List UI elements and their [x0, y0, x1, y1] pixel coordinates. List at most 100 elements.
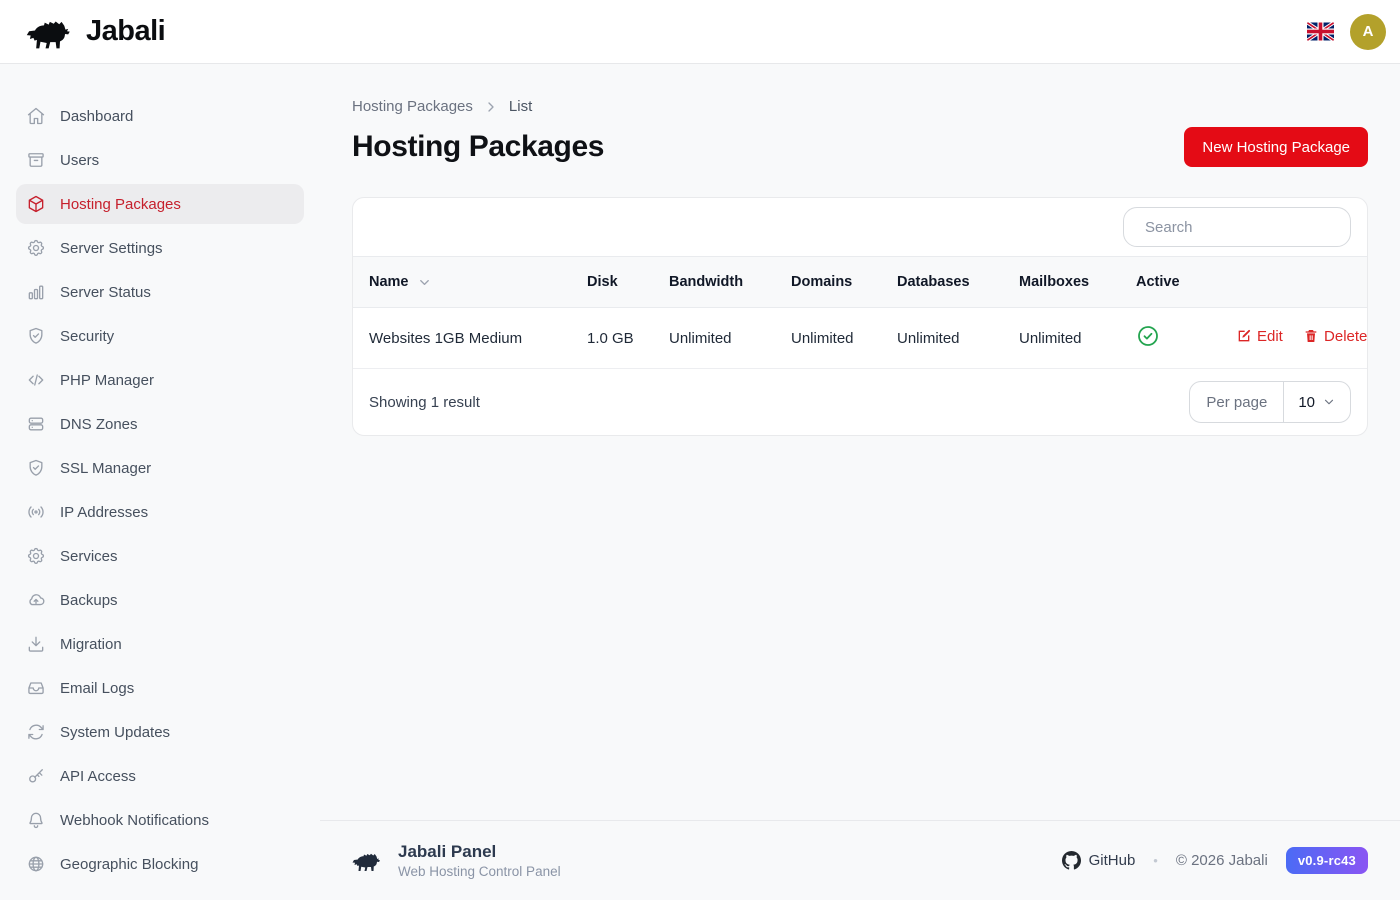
cell-active [1120, 308, 1220, 369]
column-header-bandwidth: Bandwidth [653, 257, 775, 308]
card-toolbar [353, 198, 1367, 256]
sidebar-item-api-access[interactable]: API Access [16, 756, 304, 796]
breadcrumb: Hosting Packages List [352, 98, 1368, 115]
top-navbar: Jabali A [0, 0, 1400, 64]
broadcast-icon [26, 502, 46, 522]
cell-mailboxes: Unlimited [1003, 308, 1120, 369]
cloud-upload-icon [26, 590, 46, 610]
sidebar-item-email-logs[interactable]: Email Logs [16, 668, 304, 708]
sidebar-item-users[interactable]: Users [16, 140, 304, 180]
table-row: Websites 1GB Medium 1.0 GB Unlimited Unl… [353, 308, 1367, 369]
page-footer: Jabali Panel Web Hosting Control Panel G… [320, 820, 1400, 900]
gear-icon [26, 546, 46, 566]
dot-separator: • [1153, 853, 1158, 868]
code-icon [26, 370, 46, 390]
chevron-right-icon [483, 99, 499, 115]
brand-name: Jabali [86, 15, 165, 48]
download-icon [26, 634, 46, 654]
version-badge: v0.9-rc43 [1286, 847, 1368, 874]
sort-chevron-down-icon [417, 275, 432, 290]
trash-icon [1303, 328, 1319, 344]
sidebar-item-ip-addresses[interactable]: IP Addresses [16, 492, 304, 532]
cube-icon [26, 194, 46, 214]
cell-bandwidth: Unlimited [653, 308, 775, 369]
shield-check-icon [26, 458, 46, 478]
home-icon [26, 106, 46, 126]
edit-button[interactable]: Edit [1236, 328, 1283, 345]
sidebar-item-system-updates[interactable]: System Updates [16, 712, 304, 752]
gear-icon [26, 238, 46, 258]
delete-button[interactable]: Delete [1303, 328, 1367, 345]
globe-icon [26, 854, 46, 874]
breadcrumb-hosting-packages[interactable]: Hosting Packages [352, 98, 473, 115]
sidebar-item-label: PHP Manager [60, 372, 154, 389]
refresh-icon [26, 722, 46, 742]
sidebar-item-backups[interactable]: Backups [16, 580, 304, 620]
column-header-databases: Databases [881, 257, 1003, 308]
sidebar-item-label: System Updates [60, 724, 170, 741]
card-footer: Showing 1 result Per page 10 [353, 369, 1367, 435]
hosting-packages-card: Name Disk Bandwidth Domains Databases Ma… [352, 197, 1368, 436]
column-header-domains: Domains [775, 257, 881, 308]
cell-domains: Unlimited [775, 308, 881, 369]
copyright-text: © 2026 Jabali [1176, 852, 1268, 869]
sidebar-item-hosting-packages[interactable]: Hosting Packages [16, 184, 304, 224]
sidebar-item-label: Hosting Packages [60, 196, 181, 213]
per-page-label: Per page [1190, 382, 1284, 422]
sidebar-item-geographic-blocking[interactable]: Geographic Blocking [16, 844, 304, 884]
user-avatar[interactable]: A [1350, 14, 1386, 50]
sidebar-item-migration[interactable]: Migration [16, 624, 304, 664]
boar-logo-icon [352, 849, 384, 872]
cell-disk: 1.0 GB [571, 308, 653, 369]
sidebar-item-label: API Access [60, 768, 136, 785]
column-header-mailboxes: Mailboxes [1003, 257, 1120, 308]
server-stack-icon [26, 414, 46, 434]
sidebar-item-dashboard[interactable]: Dashboard [16, 96, 304, 136]
sidebar-item-webhook-notifications[interactable]: Webhook Notifications [16, 800, 304, 840]
sidebar-item-label: Server Settings [60, 240, 163, 257]
sidebar-item-label: Webhook Notifications [60, 812, 209, 829]
github-icon [1062, 851, 1081, 870]
navbar-right: A [1307, 14, 1386, 50]
footer-brand-text: Jabali Panel Web Hosting Control Panel [398, 842, 561, 879]
table-header-row: Name Disk Bandwidth Domains Databases Ma… [353, 257, 1367, 308]
cell-actions: Edit Delete [1220, 308, 1367, 369]
sidebar-item-label: DNS Zones [60, 416, 138, 433]
sidebar-item-label: Users [60, 152, 99, 169]
sidebar-item-dns-zones[interactable]: DNS Zones [16, 404, 304, 444]
packages-table: Name Disk Bandwidth Domains Databases Ma… [353, 256, 1367, 369]
footer-brand-name: Jabali Panel [398, 842, 561, 862]
footer-meta-group: GitHub • © 2026 Jabali v0.9-rc43 [1062, 847, 1368, 874]
sidebar-item-server-settings[interactable]: Server Settings [16, 228, 304, 268]
sidebar-item-ssl-manager[interactable]: SSL Manager [16, 448, 304, 488]
sidebar-item-services[interactable]: Services [16, 536, 304, 576]
footer-tagline: Web Hosting Control Panel [398, 864, 561, 879]
column-header-disk: Disk [571, 257, 653, 308]
main-content: Hosting Packages List Hosting Packages N… [320, 64, 1400, 900]
sidebar-item-label: SSL Manager [60, 460, 151, 477]
sidebar-item-label: Security [60, 328, 114, 345]
sidebar: Dashboard Users Hosting Packages Server … [0, 64, 320, 900]
results-count: Showing 1 result [369, 394, 480, 411]
search-input[interactable] [1145, 219, 1344, 236]
sidebar-item-server-status[interactable]: Server Status [16, 272, 304, 312]
search-box [1123, 207, 1351, 247]
sidebar-item-php-manager[interactable]: PHP Manager [16, 360, 304, 400]
new-hosting-package-button[interactable]: New Hosting Package [1184, 127, 1368, 167]
sidebar-item-security[interactable]: Security [16, 316, 304, 356]
brand-logo[interactable]: Jabali [26, 14, 165, 50]
column-header-name[interactable]: Name [353, 257, 571, 308]
github-link[interactable]: GitHub [1062, 851, 1136, 870]
bell-icon [26, 810, 46, 830]
sidebar-item-label: Services [60, 548, 118, 565]
users-box-icon [26, 150, 46, 170]
cell-databases: Unlimited [881, 308, 1003, 369]
sidebar-item-label: Email Logs [60, 680, 134, 697]
key-icon [26, 766, 46, 786]
per-page-select[interactable]: 10 [1284, 382, 1350, 422]
language-flag-uk[interactable] [1307, 22, 1334, 41]
sidebar-item-label: Backups [60, 592, 118, 609]
sidebar-item-label: Migration [60, 636, 122, 653]
breadcrumb-list: List [509, 98, 532, 115]
shield-check-icon [26, 326, 46, 346]
